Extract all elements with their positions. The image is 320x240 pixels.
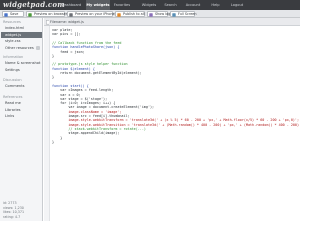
fullscreen-icon: [172, 13, 176, 17]
code-line: var pics = [];: [52, 32, 81, 37]
sidebar-item-label: widget.js: [5, 32, 22, 37]
iphone-icon: [69, 13, 73, 17]
nav-favorites[interactable]: Favorites: [110, 0, 134, 10]
sidebar-item-label: index.html: [5, 26, 25, 30]
top-navigation-bar: widgetpad.com Dashboard My widgets Favorit…: [0, 0, 300, 10]
sidebar-item-settings[interactable]: Settings: [1, 67, 42, 73]
show-log-button[interactable]: Show log: [147, 11, 171, 17]
code-line: feed = json;: [52, 49, 85, 54]
button-label: Save: [10, 12, 19, 16]
nav-widgets[interactable]: Widgets: [138, 0, 160, 10]
widget-stat: rating: 4.7: [3, 214, 21, 219]
sidebar-item-label: Comments: [5, 84, 25, 88]
line-gutter: [44, 26, 50, 221]
file-icon: [45, 20, 49, 25]
code-line: return document.getElementById(element);: [52, 71, 142, 75]
full-screen-button[interactable]: Full Screen: [170, 11, 197, 17]
nav-search[interactable]: Search: [160, 0, 181, 10]
save-button[interactable]: Save: [2, 11, 24, 17]
sidebar-item-label: Read me: [5, 101, 21, 105]
sidebar-item-comments[interactable]: Comments: [1, 83, 42, 89]
sidebar-item-label: Libraries: [5, 107, 21, 112]
expand-icon[interactable]: [36, 45, 40, 50]
sidebar-item-label: Other resources: [5, 45, 34, 50]
code-line: }: [52, 75, 55, 80]
code-editor[interactable]: var plate; var pics = [];// Callback func…: [44, 26, 300, 221]
nav-my-widgets[interactable]: My widgets: [86, 0, 110, 10]
nav-help[interactable]: Help: [206, 0, 225, 10]
editor-toolbar: Save Preview on browser Preview on your iP…: [0, 10, 300, 18]
code-line: }: [52, 53, 55, 58]
button-label: Full Screen: [178, 12, 197, 16]
file-tab[interactable]: Filename: widget.js: [44, 18, 300, 26]
sidebar-item-label: Links: [5, 114, 15, 118]
nav-account[interactable]: Account: [182, 0, 204, 10]
sidebar-item-index-html[interactable]: index.html: [1, 25, 42, 31]
sidebar-item-style-css[interactable]: style.css: [1, 38, 42, 44]
nav-dashboard[interactable]: Dashboard: [58, 0, 85, 10]
code-line: }: [52, 139, 55, 144]
button-label: Publish to all: [123, 12, 145, 16]
publish-icon: [117, 13, 121, 17]
sidebar-item-widget-js[interactable]: widget.js: [1, 31, 42, 38]
sidebar-item-libraries[interactable]: Libraries: [1, 107, 42, 113]
sidebar-item-read-me[interactable]: Read me: [1, 100, 42, 106]
publish-to-all-button[interactable]: Publish to all: [115, 11, 145, 17]
button-label: Preview on browser: [34, 12, 68, 16]
sidebar-item-label: Name & screenshot: [5, 61, 41, 65]
sidebar: Resources index.html widget.js style.css Ot…: [0, 18, 43, 221]
save-icon: [4, 13, 8, 17]
sidebar-item-links[interactable]: Links: [1, 113, 42, 119]
file-tab-label: Filename: widget.js: [50, 20, 84, 24]
button-label: Preview on your iPhone: [75, 12, 115, 16]
button-label: Show log: [155, 12, 171, 16]
preview-on-your-iphone-button[interactable]: Preview on your iPhone: [67, 11, 115, 17]
app-logo[interactable]: widgetpad.com: [3, 1, 65, 9]
preview-on-browser-button[interactable]: Preview on browser: [26, 11, 68, 17]
sidebar-item-label: style.css: [5, 39, 21, 43]
log-icon: [149, 13, 153, 17]
sidebar-item-other-resources[interactable]: Other resources: [1, 45, 42, 51]
sidebar-item-label: Settings: [5, 67, 20, 72]
nav-logout[interactable]: Logout: [226, 0, 248, 10]
sidebar-item-name-screenshot[interactable]: Name & screenshot: [1, 60, 42, 66]
browser-icon: [28, 13, 32, 17]
